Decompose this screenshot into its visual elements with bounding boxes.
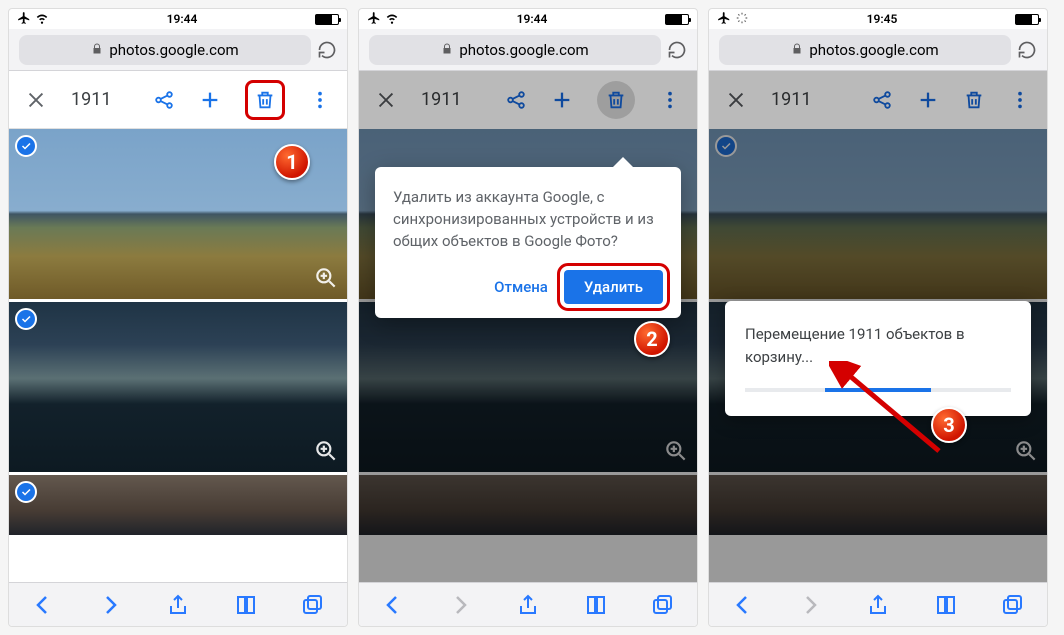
tabs-icon[interactable] (301, 593, 325, 617)
callout-badge-3: 3 (931, 407, 967, 443)
reload-icon[interactable] (317, 40, 337, 60)
zoom-icon[interactable] (313, 265, 339, 291)
zoom-icon (1013, 438, 1039, 464)
share-icon[interactable] (153, 89, 175, 111)
lock-icon (91, 41, 103, 59)
callout-badge-2: 2 (634, 321, 670, 357)
url-field[interactable]: photos.google.com (369, 35, 661, 65)
selection-count: 1911 (71, 89, 111, 110)
safari-bottom-bar (359, 582, 697, 626)
popup-message: Удалить из аккаунта Google, с синхронизи… (393, 187, 663, 252)
back-icon[interactable] (731, 593, 755, 617)
photo-item (709, 129, 1047, 299)
status-bar: 19:44 (359, 9, 697, 29)
status-bar: 19:44 (9, 9, 347, 29)
selection-toolbar: 1911 (9, 71, 347, 129)
photo-item[interactable] (9, 302, 347, 472)
photo-grid (9, 129, 347, 582)
url-text: photos.google.com (459, 41, 588, 59)
url-field[interactable]: photos.google.com (19, 35, 311, 65)
bookmarks-icon[interactable] (934, 593, 958, 617)
selection-toolbar: 1911 (709, 71, 1047, 129)
progress-bar (745, 388, 1011, 392)
url-text: photos.google.com (809, 41, 938, 59)
delete-confirm-popup: Удалить из аккаунта Google, с синхронизи… (375, 167, 681, 318)
lock-icon (441, 41, 453, 59)
selection-count: 1911 (421, 89, 461, 110)
selection-count: 1911 (771, 89, 811, 110)
selection-toolbar: 1911 (359, 71, 697, 129)
tabs-icon[interactable] (651, 593, 675, 617)
status-time: 19:45 (867, 12, 898, 26)
battery-icon (665, 14, 689, 25)
close-icon[interactable] (25, 89, 47, 111)
photo-item (709, 475, 1047, 535)
add-icon (551, 89, 573, 111)
close-icon (725, 89, 747, 111)
browser-url-bar: photos.google.com (709, 29, 1047, 71)
forward-icon (448, 593, 472, 617)
loading-spinner-icon (735, 11, 749, 28)
safari-bottom-bar (709, 582, 1047, 626)
progress-card: Перемещение 1911 объектов в корзину... (725, 301, 1031, 416)
bookmarks-icon[interactable] (234, 593, 258, 617)
add-icon (917, 89, 939, 111)
forward-icon[interactable] (98, 593, 122, 617)
share-sheet-icon[interactable] (866, 593, 890, 617)
back-icon[interactable] (381, 593, 405, 617)
forward-icon (798, 593, 822, 617)
photo-item (359, 475, 697, 535)
trash-icon (963, 89, 985, 111)
screenshot-3: 19:45 photos.google.com 1911 (708, 8, 1048, 627)
selected-check-icon[interactable] (15, 135, 37, 157)
reload-icon[interactable] (1017, 40, 1037, 60)
screenshot-2: 19:44 photos.google.com 1911 Удалить из … (358, 8, 698, 627)
more-icon (1009, 89, 1031, 111)
screenshot-1: 19:44 photos.google.com 1911 (8, 8, 348, 627)
close-icon (375, 89, 397, 111)
airplane-mode-icon (717, 11, 731, 28)
zoom-icon[interactable] (313, 438, 339, 464)
battery-icon (1015, 14, 1039, 25)
more-icon[interactable] (309, 89, 331, 111)
bookmarks-icon[interactable] (584, 593, 608, 617)
tabs-icon[interactable] (1001, 593, 1025, 617)
callout-badge-1: 1 (274, 144, 310, 180)
browser-url-bar: photos.google.com (9, 29, 347, 71)
delete-button[interactable]: Удалить (564, 270, 663, 304)
trash-icon (597, 81, 635, 119)
safari-bottom-bar (9, 582, 347, 626)
more-icon (659, 89, 681, 111)
reload-icon[interactable] (667, 40, 687, 60)
selected-check-icon[interactable] (15, 308, 37, 330)
airplane-mode-icon (367, 11, 381, 28)
lock-icon (791, 41, 803, 59)
photo-item[interactable] (9, 475, 347, 535)
cancel-button[interactable]: Отмена (494, 278, 548, 296)
wifi-icon (385, 11, 399, 28)
share-icon (505, 89, 527, 111)
zoom-icon (663, 438, 689, 464)
status-bar: 19:45 (709, 9, 1047, 29)
url-text: photos.google.com (109, 41, 238, 59)
url-field[interactable]: photos.google.com (719, 35, 1011, 65)
airplane-mode-icon (17, 11, 31, 28)
wifi-icon (35, 11, 49, 28)
browser-url-bar: photos.google.com (359, 29, 697, 71)
add-icon[interactable] (199, 89, 221, 111)
progress-message: Перемещение 1911 объектов в корзину... (745, 323, 1011, 368)
battery-icon (315, 14, 339, 25)
selected-check-icon (715, 135, 737, 157)
back-icon[interactable] (31, 593, 55, 617)
selected-check-icon[interactable] (15, 481, 37, 503)
share-sheet-icon[interactable] (516, 593, 540, 617)
trash-icon[interactable] (245, 80, 285, 120)
share-icon (871, 89, 893, 111)
status-time: 19:44 (517, 12, 548, 26)
status-time: 19:44 (167, 12, 198, 26)
share-sheet-icon[interactable] (166, 593, 190, 617)
